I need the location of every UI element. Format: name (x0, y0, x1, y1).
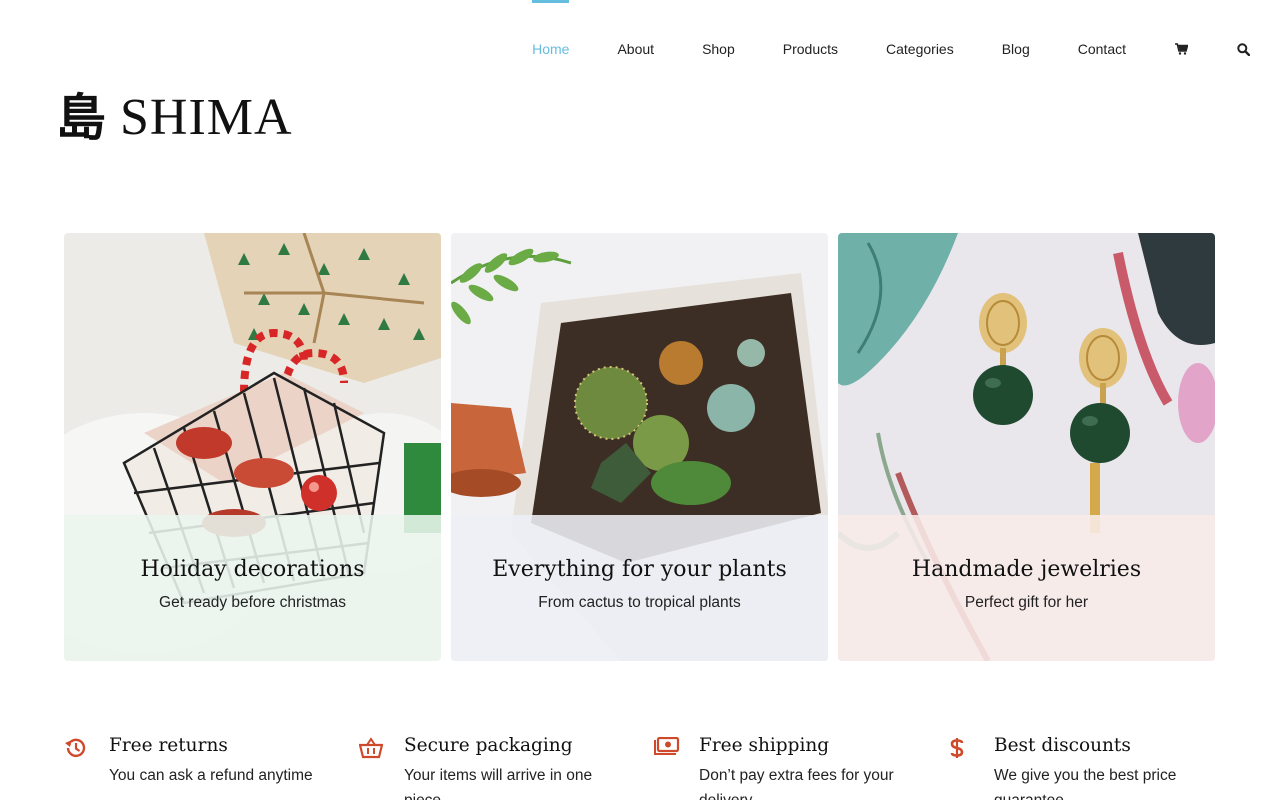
dollar-icon (949, 735, 994, 800)
feature-title: Free returns (109, 735, 228, 756)
feature-text: Your items will arrive in one piece (404, 767, 593, 800)
card-title: Handmade jewelries (911, 556, 1142, 582)
feature-title: Free shipping (699, 735, 830, 756)
card-caption: Handmade jewelries Perfect gift for her (838, 515, 1215, 661)
nav-categories[interactable]: Categories (886, 0, 954, 98)
card-title: Everything for your plants (492, 556, 787, 582)
feature-free-shipping: Free shipping Don’t pay extra fees for y… (654, 735, 949, 800)
nav-about[interactable]: About (617, 0, 654, 98)
feature-text: We give you the best price guarantee (994, 767, 1177, 800)
main-nav: Home About Shop Products Categories Blog… (484, 0, 1250, 98)
cart-icon (1174, 42, 1188, 56)
search-button[interactable] (1236, 0, 1250, 98)
features-row: Free returns You can ask a refund anytim… (64, 735, 1244, 800)
nav-shop[interactable]: Shop (702, 0, 735, 98)
nav-blog[interactable]: Blog (1002, 0, 1030, 98)
card-title: Holiday decorations (140, 556, 365, 582)
basket-icon (358, 735, 404, 800)
feature-title: Best discounts (994, 735, 1131, 756)
site-logo[interactable]: 島 SHIMA (56, 92, 293, 144)
history-icon (64, 735, 109, 800)
card-plants[interactable]: Everything for your plants From cactus t… (451, 233, 828, 661)
feature-title: Secure packaging (404, 735, 573, 756)
money-icon (654, 735, 699, 800)
feature-best-discounts: Best discounts We give you the best pric… (949, 735, 1244, 800)
feature-text: Don’t pay extra fees for your delivery (699, 767, 894, 800)
search-icon (1236, 42, 1250, 56)
logo-glyph: 島 (56, 88, 106, 147)
card-holiday-decorations[interactable]: Holiday decorations Get ready before chr… (64, 233, 441, 661)
logo-text: SHIMA (120, 89, 293, 146)
card-jewelries[interactable]: Handmade jewelries Perfect gift for her (838, 233, 1215, 661)
card-subtitle: Get ready before christmas (159, 593, 346, 611)
cart-button[interactable] (1174, 0, 1188, 98)
card-caption: Everything for your plants From cactus t… (451, 515, 828, 661)
card-subtitle: Perfect gift for her (964, 593, 1089, 611)
category-cards: Holiday decorations Get ready before chr… (64, 233, 1215, 661)
nav-home[interactable]: Home (532, 0, 570, 98)
card-subtitle: From cactus to tropical plants (538, 593, 741, 611)
feature-free-returns: Free returns You can ask a refund anytim… (64, 735, 359, 800)
nav-contact[interactable]: Contact (1078, 0, 1126, 98)
nav-products[interactable]: Products (783, 0, 838, 98)
feature-secure-packaging: Secure packaging Your items will arrive … (358, 735, 654, 800)
card-caption: Holiday decorations Get ready before chr… (64, 515, 441, 661)
feature-text: You can ask a refund anytime (109, 767, 313, 784)
